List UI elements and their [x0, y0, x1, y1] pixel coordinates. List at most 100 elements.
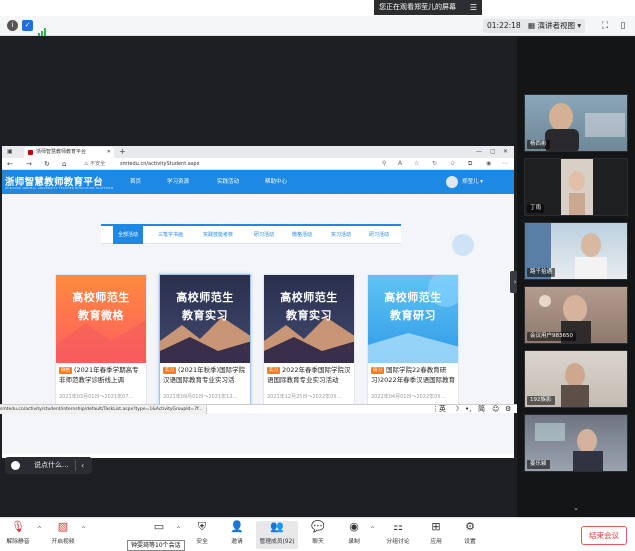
nav-home[interactable]: 首页 [130, 170, 141, 194]
chat-divider [75, 460, 76, 471]
card-title: 实习 (2021年秋季)国际学院汉语国际教育专业实习活 [163, 366, 249, 385]
invite-button[interactable]: 👤 邀请 [219, 521, 255, 549]
tab-internship[interactable]: 实习活动 [326, 226, 356, 244]
emoji-icon[interactable]: ☺ [492, 405, 499, 414]
tab-title: 浙师智慧教师教育平台 [36, 149, 87, 155]
participant-tile[interactable]: 丁雨 [524, 158, 628, 216]
breakout-button[interactable]: ⚏ 分组讨论 [380, 521, 416, 549]
apps-button[interactable]: ⊞ 应用 [418, 521, 454, 549]
moon-icon[interactable]: ☽ [453, 405, 459, 414]
viewing-banner: 您正在观看郑莹儿的屏幕 ☰ [374, 0, 482, 15]
tab-skills-assessment[interactable]: 实践技能考核 [198, 226, 238, 244]
tab-all-activities[interactable]: 全部活动 [113, 226, 144, 244]
view-mode-button[interactable]: ▦ 演讲者视图 ▾ [524, 19, 586, 33]
close-tab-icon[interactable]: ✕ [107, 147, 111, 158]
profile-icon[interactable]: ◉ [486, 158, 491, 170]
participant-name: 姜乐颖 [527, 460, 550, 469]
end-meeting-button[interactable]: 结束会议 [581, 526, 627, 545]
minimize-icon[interactable]: — [476, 146, 482, 158]
info-icon[interactable]: i [7, 20, 18, 31]
activity-card[interactable]: 高校师范生 教育实习 实习 2022年春季国际学院汉语国际教育专业实习活动 202… [263, 274, 355, 406]
banner-menu-icon[interactable]: ☰ [470, 0, 477, 15]
simplified-icon[interactable]: 简 [478, 405, 485, 414]
scroll-down-icon[interactable]: ⌄ [569, 504, 583, 514]
share-options-icon[interactable]: ^ [176, 526, 181, 533]
participant-name: 192族影 [527, 396, 555, 405]
activity-card[interactable]: 高校师范生 教育研习 研习 国际学院22春教育研习)2022年春季汉语国际教育 2… [367, 274, 459, 406]
unmute-button[interactable]: 🎙 解除静音 [0, 521, 36, 549]
activity-card[interactable]: 高校师范生 教育微格 微格 (2021年春季学期高专非师范教学诊断线上调 2021… [55, 274, 147, 406]
site-body: 全部活动 三笔字书画 实践技能考核 研习活动 微格活动 实习活动 研习活动 高校… [2, 194, 514, 454]
favorite-icon[interactable]: ☆ [414, 158, 419, 170]
cover-title: 高校师范生 教育实习 [176, 291, 234, 322]
reload-icon[interactable]: ↻ [44, 159, 50, 169]
back-icon[interactable]: ← [7, 159, 13, 169]
security-indicator[interactable]: ⚠ 不安全 [84, 158, 105, 170]
fullscreen-icon[interactable]: ⛶ [598, 19, 612, 33]
chat-input-pill[interactable]: 说点什么... ‹ [5, 457, 92, 474]
card-title: 研习 国际学院22春教育研习)2022年春季汉语国际教育 [371, 366, 457, 385]
record-options-icon[interactable]: ^ [370, 526, 375, 533]
settings-button[interactable]: ⚙ 设置 [452, 521, 488, 549]
tab-calligraphy[interactable]: 三笔字书画 [153, 226, 188, 244]
tab-research[interactable]: 研习活动 [364, 226, 394, 244]
card-badge: 实习 [163, 367, 176, 374]
chat-button[interactable]: 💬 聊天 [300, 521, 336, 549]
favorites-icon[interactable]: ✩ [450, 158, 455, 170]
address-bar[interactable]: smtedu.cn/activityStudent.aspx [120, 158, 200, 170]
user-avatar[interactable] [446, 176, 458, 188]
participant-tile[interactable]: 会议用户983650 [524, 286, 628, 344]
chevron-down-icon: ▾ [574, 21, 582, 30]
panel-toggle-icon[interactable]: ▯ [616, 19, 630, 33]
close-window-icon[interactable]: ✕ [503, 146, 508, 158]
user-name[interactable]: 郑莹儿 ▾ [462, 170, 483, 194]
card-date: 2022年04月01日～2022年05... [371, 394, 446, 400]
address-row: ← → ↻ ⌂ ⚠ 不安全 smtedu.cn/activityStudent.… [2, 158, 514, 170]
nav-resources[interactable]: 学习资源 [167, 170, 189, 194]
manage-participants-button[interactable]: 👥 管理成员(92) [256, 521, 298, 549]
shield-icon[interactable]: ✓ [22, 20, 33, 31]
chevron-left-icon[interactable]: ‹ [81, 457, 84, 474]
participant-tile[interactable]: 192族影 [524, 350, 628, 408]
signal-icon[interactable] [38, 21, 48, 36]
participant-tile[interactable]: 姜乐颖 [524, 414, 628, 472]
punctuation-icon[interactable]: •, [465, 405, 471, 414]
record-button[interactable]: ◉ 录制 [336, 521, 372, 549]
favicon-icon [28, 150, 33, 155]
browser-status-bar: smtedu.cn/activity/student/internship/de… [0, 404, 517, 414]
new-tab-icon[interactable]: + [119, 146, 126, 158]
start-video-button[interactable]: ▧ 开启视频 [45, 521, 81, 549]
card-badge: 微格 [59, 367, 72, 374]
top-banner: 您正在观看郑莹儿的屏幕 ☰ [0, 0, 635, 16]
card-cover: 高校师范生 教育实习 [160, 275, 250, 363]
refresh-icon[interactable]: ↻ [432, 158, 437, 170]
home-icon[interactable]: ⌂ [62, 159, 66, 169]
start-video-label: 开启视频 [51, 539, 75, 545]
activity-card[interactable]: 高校师范生 教育实习 实习 (2021年秋季)国际学院汉语国际教育专业实习活 20… [159, 274, 251, 406]
translate-icon[interactable]: A [398, 158, 402, 170]
category-tabs: 全部活动 三笔字书画 实践技能考核 研习活动 微格活动 实习活动 研习活动 [101, 224, 401, 244]
collections-icon[interactable]: ⧉ [468, 158, 472, 170]
read-aloud-icon[interactable]: ⚲ [382, 158, 386, 170]
floating-button[interactable] [452, 234, 474, 256]
participant-tile[interactable]: 杨西彬 [524, 94, 628, 152]
invite-icon: 👤 [230, 520, 244, 533]
tab-microteaching[interactable]: 微格活动 [287, 226, 317, 244]
mic-options-icon[interactable]: ^ [37, 526, 42, 533]
browser-tab-row: ▣ 浙师智慧教师教育平台 ✕ + — ▢ ✕ [2, 146, 514, 158]
maximize-icon[interactable]: ▢ [490, 146, 496, 158]
more-icon[interactable]: ⋯ [502, 158, 508, 170]
nav-help[interactable]: 帮助中心 [265, 170, 287, 194]
security-button[interactable]: ⛨ 安全 [184, 521, 220, 549]
forward-icon[interactable]: → [26, 159, 32, 169]
participant-tile[interactable]: 路千拾通 [524, 222, 628, 280]
participant-name: 丁雨 [527, 204, 545, 213]
card-cover: 高校师范生 教育微格 [56, 275, 146, 363]
tab-study[interactable]: 研习活动 [249, 226, 279, 244]
browser-tab[interactable]: 浙师智慧教师教育平台 ✕ [24, 147, 114, 158]
chat-bubble-icon [11, 461, 20, 470]
ime-language[interactable]: 英 [439, 405, 446, 414]
video-options-icon[interactable]: ^ [81, 526, 86, 533]
ime-settings-icon[interactable]: ⚙ [505, 405, 511, 414]
nav-practice[interactable]: 实践活动 [217, 170, 239, 194]
